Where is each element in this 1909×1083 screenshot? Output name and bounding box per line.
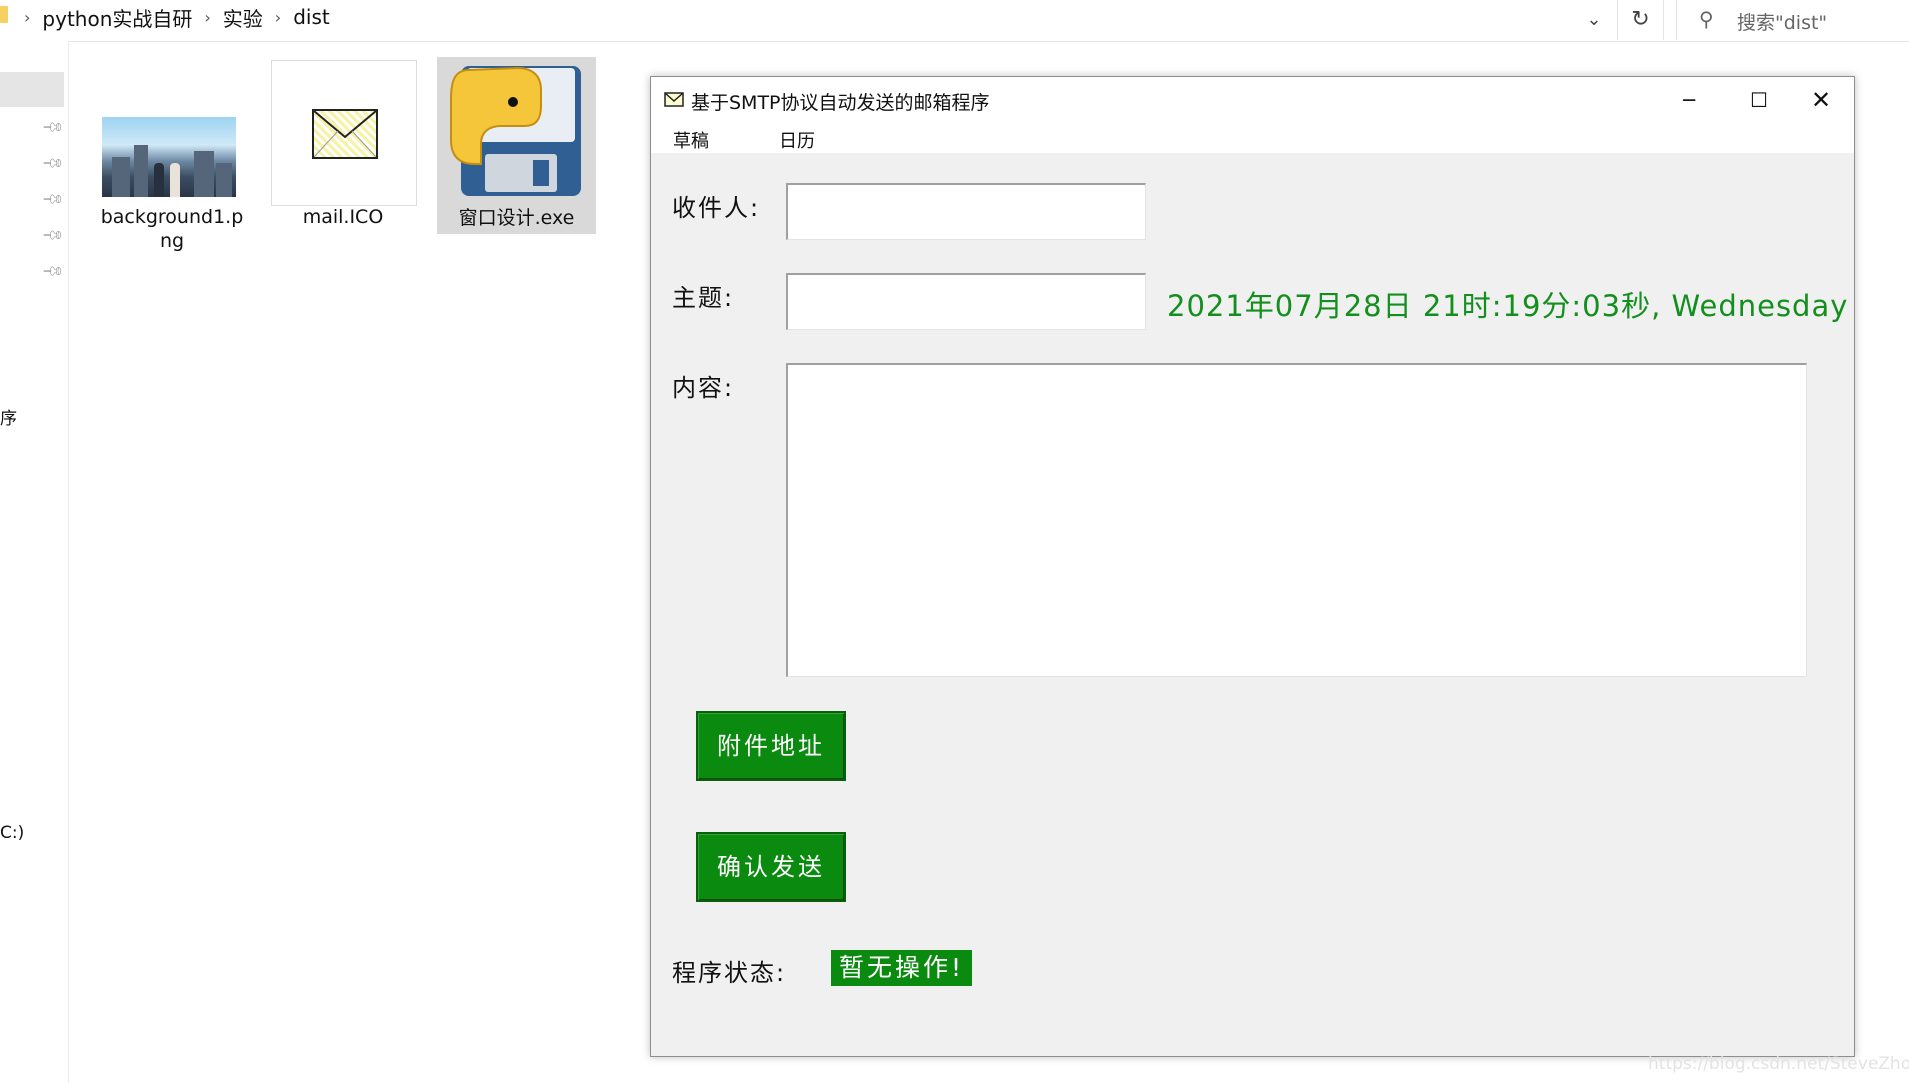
status-badge: 暂无操作! bbox=[831, 950, 973, 986]
python-floppy-icon bbox=[450, 66, 581, 196]
search-input[interactable]: 搜索"dist" bbox=[1737, 8, 1827, 35]
search-box[interactable]: ⚲ 搜索"dist" bbox=[1676, 0, 1909, 40]
minimize-button[interactable]: ─ bbox=[1654, 77, 1724, 123]
file-name: background1.p bbox=[100, 206, 244, 228]
pin-icon[interactable]: 📌︎ bbox=[41, 224, 65, 248]
chevron-right-icon: › bbox=[204, 7, 211, 27]
recipient-label: 收件人: bbox=[672, 194, 761, 222]
pin-icon[interactable]: 📌︎ bbox=[41, 188, 65, 212]
send-button[interactable]: 确认发送 bbox=[696, 832, 846, 902]
datetime-display: 2021年07月28日 21时:19分:03秒, Wednesday bbox=[1167, 289, 1849, 323]
status-label: 程序状态: bbox=[672, 959, 787, 987]
breadcrumb-item[interactable]: dist bbox=[293, 5, 330, 29]
address-bar[interactable]: › python实战自研 › 实验 › dist ⌄ ↻ ⚲ 搜索"dist" bbox=[0, 0, 1909, 42]
file-item-background[interactable]: background1.p ng bbox=[100, 57, 244, 252]
breadcrumb: › python实战自研 › 实验 › dist bbox=[20, 3, 330, 32]
file-item-mail-ico[interactable]: mail.ICO bbox=[271, 57, 415, 234]
pin-icon[interactable]: 📌︎ bbox=[41, 152, 65, 176]
subject-label: 主题: bbox=[672, 284, 735, 312]
nav-item-label[interactable]: 序 bbox=[0, 404, 17, 429]
subject-input[interactable] bbox=[786, 273, 1146, 330]
breadcrumb-item[interactable]: python实战自研 bbox=[42, 3, 192, 32]
attachment-button[interactable]: 附件地址 bbox=[696, 711, 846, 781]
nav-selected-item[interactable] bbox=[0, 72, 64, 107]
close-button[interactable]: ✕ bbox=[1786, 77, 1856, 123]
menu-calendar[interactable]: 日历 bbox=[779, 127, 815, 153]
search-icon: ⚲ bbox=[1699, 7, 1714, 31]
menu-drafts[interactable]: 草稿 bbox=[673, 127, 709, 153]
window-title: 基于SMTP协议自动发送的邮箱程序 bbox=[691, 92, 990, 114]
navigation-pane[interactable]: 📌︎ 📌︎ 📌︎ 📌︎ 📌︎ 序 C:) bbox=[0, 41, 69, 1083]
mail-app-window[interactable]: 基于SMTP协议自动发送的邮箱程序 ─ ☐ ✕ 草稿 日历 收件人: 主题: 2… bbox=[650, 76, 1855, 1057]
maximize-button[interactable]: ☐ bbox=[1724, 77, 1794, 123]
folder-icon bbox=[0, 6, 8, 23]
breadcrumb-item[interactable]: 实验 bbox=[223, 3, 263, 32]
menu-bar: 草稿 日历 bbox=[651, 123, 1854, 153]
mail-icon bbox=[664, 92, 684, 107]
file-name: ng bbox=[159, 230, 185, 252]
chevron-right-icon: › bbox=[274, 7, 282, 27]
file-name: 窗口设计.exe bbox=[458, 207, 575, 229]
chevron-right-icon: › bbox=[24, 7, 31, 27]
content-label: 内容: bbox=[672, 374, 735, 402]
history-dropdown-button[interactable]: ⌄ bbox=[1576, 8, 1612, 32]
content-textarea[interactable] bbox=[786, 363, 1807, 677]
pin-icon[interactable]: 📌︎ bbox=[41, 260, 65, 284]
file-name: mail.ICO bbox=[302, 206, 384, 228]
watermark-text: https://blog.csdn.net/SteveZhou212 bbox=[1648, 1054, 1909, 1074]
recipient-input[interactable] bbox=[786, 183, 1146, 240]
pin-icon[interactable]: 📌︎ bbox=[41, 116, 65, 140]
title-bar[interactable]: 基于SMTP协议自动发送的邮箱程序 ─ ☐ ✕ bbox=[651, 77, 1854, 123]
refresh-button[interactable]: ↻ bbox=[1617, 0, 1664, 40]
nav-item-label[interactable]: C:) bbox=[0, 823, 24, 843]
